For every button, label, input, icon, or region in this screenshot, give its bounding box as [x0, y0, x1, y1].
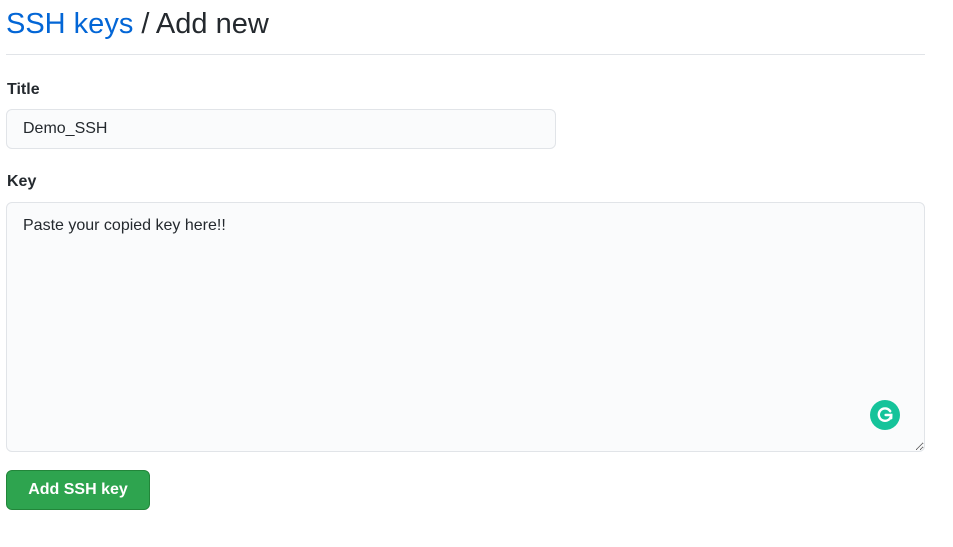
page-header: SSH keys / Add new — [6, 0, 925, 55]
grammarly-icon[interactable] — [870, 400, 900, 430]
breadcrumb-current: Add new — [155, 8, 269, 40]
grammarly-g-glyph — [877, 407, 893, 422]
title-input[interactable] — [6, 109, 556, 149]
add-ssh-key-button[interactable]: Add SSH key — [6, 470, 150, 510]
breadcrumb-separator: / — [133, 8, 156, 40]
key-label: Key — [7, 173, 37, 190]
key-textarea[interactable]: Paste your copied key here!! — [6, 202, 925, 452]
key-field-container: Paste your copied key here!! — [6, 202, 925, 452]
page-title: SSH keys / Add new — [6, 6, 269, 42]
title-label: Title — [7, 81, 40, 98]
breadcrumb-ssh-keys-link[interactable]: SSH keys — [6, 8, 133, 40]
